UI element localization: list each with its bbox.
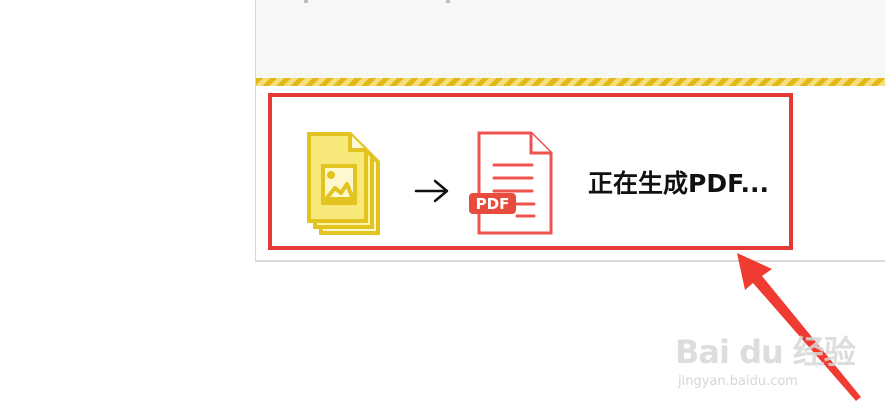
conversion-status-panel: PDF 正在生成PDF... bbox=[256, 86, 885, 260]
baidu-watermark: Bai du 经验 jingyan.baidu.com bbox=[660, 332, 860, 410]
pdf-label: PDF bbox=[476, 195, 510, 213]
progress-bar bbox=[256, 78, 885, 86]
screenshot-page: PDF 正在生成PDF... Bai du 经验 jingyan.baidu.c… bbox=[0, 0, 885, 415]
top-edge-mark bbox=[446, 0, 450, 3]
right-arrow-icon bbox=[414, 179, 449, 203]
watermark-brand: Bai du 经验 bbox=[675, 333, 856, 371]
dialog-top-area bbox=[256, 0, 885, 78]
status-highlight-box: PDF 正在生成PDF... bbox=[268, 93, 793, 250]
watermark-url: jingyan.baidu.com bbox=[678, 374, 798, 389]
pdf-conversion-dialog: PDF 正在生成PDF... bbox=[255, 0, 885, 262]
pdf-file-icon: PDF bbox=[469, 131, 553, 235]
top-edge-mark bbox=[304, 0, 308, 3]
image-files-icon bbox=[307, 132, 380, 235]
status-text: 正在生成PDF... bbox=[588, 169, 769, 198]
